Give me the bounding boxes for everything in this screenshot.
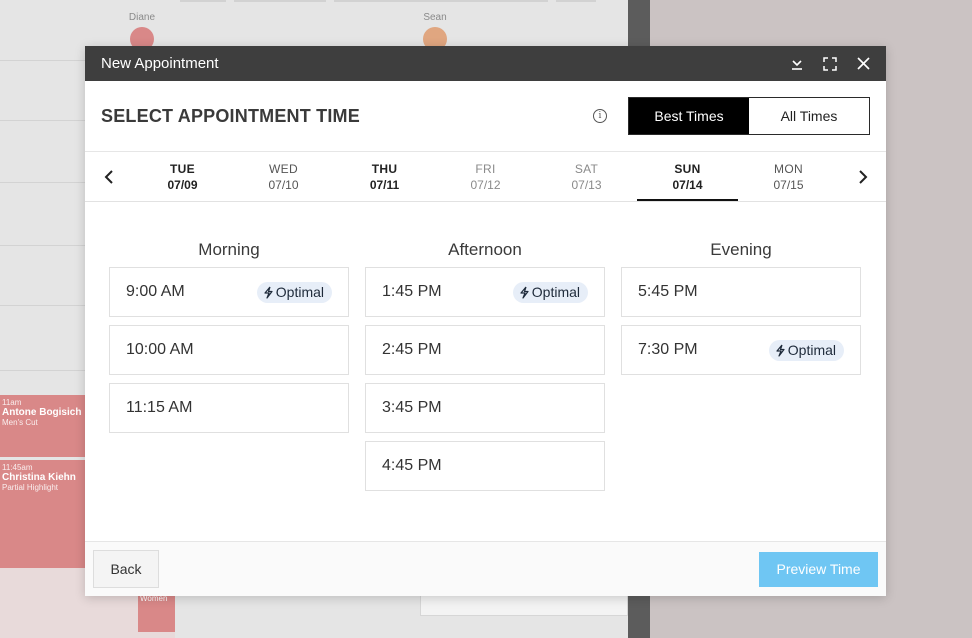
time-slot[interactable]: 1:45 PM Optimal xyxy=(365,267,605,317)
evening-column: Evening 5:45 PM 7:30 PM Optimal xyxy=(621,233,861,499)
best-times-button[interactable]: Best Times xyxy=(629,98,749,134)
slot-time: 7:30 PM xyxy=(638,341,698,358)
bg-appointment: 11am Antone Bogisich Men's Cut xyxy=(0,395,85,457)
badge-label: Optimal xyxy=(275,284,324,300)
day-date: 07/12 xyxy=(470,177,501,192)
time-slot[interactable]: 11:15 AM xyxy=(109,383,349,433)
day-tab-tue[interactable]: TUE 07/09 xyxy=(132,152,233,201)
day-date: 07/13 xyxy=(571,177,602,192)
modal-title: New Appointment xyxy=(101,55,219,72)
lightning-icon xyxy=(264,286,273,299)
time-slot[interactable]: 4:45 PM xyxy=(365,441,605,491)
bg-appointment-service: Partial Highlight xyxy=(2,483,59,492)
minimize-icon[interactable] xyxy=(790,57,804,71)
day-tab-fri[interactable]: FRI 07/12 xyxy=(435,152,536,201)
bg-appointment-client: Antone Bogisich xyxy=(2,407,82,418)
chevron-left-icon xyxy=(104,169,113,184)
column-title: Afternoon xyxy=(448,240,522,259)
day-date: 07/10 xyxy=(268,177,299,192)
all-times-button[interactable]: All Times xyxy=(749,98,869,134)
day-of-week: SAT xyxy=(574,161,599,176)
time-slot[interactable]: 9:00 AM Optimal xyxy=(109,267,349,317)
modal-footer: Back Preview Time xyxy=(85,541,886,596)
prev-week-button[interactable] xyxy=(85,152,132,201)
slot-time: 5:45 PM xyxy=(638,283,698,300)
bg-appointment-service: Men's Cut xyxy=(2,418,38,427)
afternoon-column: Afternoon 1:45 PM Optimal 2:45 PM 3:45 P… xyxy=(365,233,605,499)
slot-time: 4:45 PM xyxy=(382,457,442,474)
day-tab-wed[interactable]: WED 07/10 xyxy=(233,152,334,201)
bg-gridline xyxy=(0,182,85,183)
date-navigator: TUE 07/09 WED 07/10 THU 07/11 FRI 07/12 … xyxy=(85,152,886,202)
day-tab-sat[interactable]: SAT 07/13 xyxy=(536,152,637,201)
bg-bar xyxy=(234,0,326,2)
day-of-week: TUE xyxy=(170,161,195,176)
slot-time: 1:45 PM xyxy=(382,283,442,300)
times-toggle: Best Times All Times xyxy=(628,97,870,135)
bg-gridline xyxy=(0,305,85,306)
slot-time: 2:45 PM xyxy=(382,341,442,358)
bg-appointment-client: Christina Kiehn xyxy=(2,472,76,483)
bg-appointment: 11:45am Christina Kiehn Partial Highligh… xyxy=(0,460,85,568)
slot-time: 3:45 PM xyxy=(382,399,442,416)
day-tab-sun[interactable]: SUN 07/14 xyxy=(637,152,738,201)
slot-time: 9:00 AM xyxy=(126,283,185,300)
lightning-icon xyxy=(520,286,529,299)
time-slot[interactable]: 2:45 PM xyxy=(365,325,605,375)
preview-time-button[interactable]: Preview Time xyxy=(759,551,878,587)
expand-icon[interactable] xyxy=(823,56,837,71)
morning-column: Morning 9:00 AM Optimal 10:00 AM 11:15 A… xyxy=(109,233,349,499)
badge-label: Optimal xyxy=(787,342,836,358)
time-slot-columns: Morning 9:00 AM Optimal 10:00 AM 11:15 A… xyxy=(109,233,862,499)
column-title: Morning xyxy=(198,240,260,259)
new-appointment-modal: New Appointment SELECT APPOINTMENT TIME … xyxy=(85,46,886,596)
badge-label: Optimal xyxy=(531,284,580,300)
chevron-right-icon xyxy=(858,169,867,184)
day-tab-mon[interactable]: MON 07/15 xyxy=(738,152,839,201)
close-icon[interactable] xyxy=(856,57,870,71)
lightning-icon xyxy=(776,344,785,357)
day-of-week: WED xyxy=(269,161,298,176)
bg-appointment-time: 11:45am xyxy=(2,463,33,472)
time-slot[interactable]: 3:45 PM xyxy=(365,383,605,433)
time-slot[interactable]: 5:45 PM xyxy=(621,267,861,317)
bg-gridline xyxy=(0,120,85,121)
bg-appointment-partial: Women xyxy=(138,592,175,632)
day-of-week: SUN xyxy=(674,161,701,176)
time-slot[interactable]: 7:30 PM Optimal xyxy=(621,325,861,375)
day-of-week: FRI xyxy=(475,161,496,176)
bg-bar xyxy=(180,0,226,2)
bg-bar xyxy=(556,0,596,2)
slot-time: 10:00 AM xyxy=(126,341,194,358)
staff-name: Diane xyxy=(128,12,156,23)
slot-time: 11:15 AM xyxy=(126,399,193,416)
day-tab-thu[interactable]: THU 07/11 xyxy=(334,152,435,201)
optimal-badge: Optimal xyxy=(512,281,588,303)
time-slot[interactable]: 10:00 AM xyxy=(109,325,349,375)
bg-gridline xyxy=(0,370,85,371)
day-date: 07/09 xyxy=(167,177,198,192)
day-of-week: MON xyxy=(774,161,803,176)
bg-appointment-time: 11am xyxy=(2,398,22,407)
optimal-badge: Optimal xyxy=(768,339,844,361)
day-tabs: TUE 07/09 WED 07/10 THU 07/11 FRI 07/12 … xyxy=(132,152,839,201)
optimal-badge: Optimal xyxy=(256,281,332,303)
info-icon[interactable]: i xyxy=(593,109,607,123)
day-of-week: THU xyxy=(371,161,398,176)
bg-bar xyxy=(334,0,548,2)
column-title: Evening xyxy=(710,240,772,259)
next-week-button[interactable] xyxy=(839,152,886,201)
bg-gridline xyxy=(0,245,85,246)
day-date: 07/11 xyxy=(369,177,400,192)
day-date: 07/15 xyxy=(773,177,804,192)
back-button[interactable]: Back xyxy=(93,550,159,588)
day-date: 07/14 xyxy=(672,177,703,192)
staff-name: Sean xyxy=(423,12,447,23)
section-title: SELECT APPOINTMENT TIME xyxy=(101,105,360,126)
modal-titlebar: New Appointment xyxy=(85,46,886,81)
bg-gridline xyxy=(0,60,85,61)
modal-header: SELECT APPOINTMENT TIME i Best Times All… xyxy=(85,81,886,152)
